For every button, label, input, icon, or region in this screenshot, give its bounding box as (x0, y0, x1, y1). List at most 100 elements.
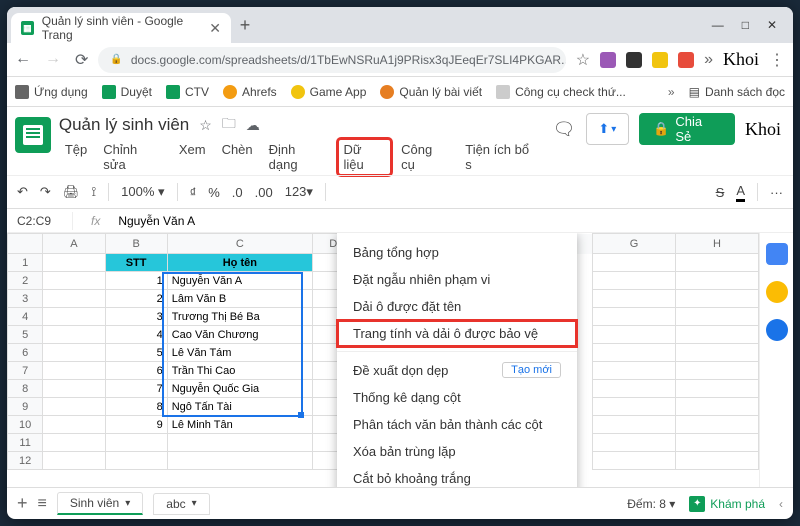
move-icon[interactable]: 🗀 (222, 113, 236, 137)
tab-close-icon[interactable]: ✕ (209, 20, 221, 37)
sheet-tab[interactable]: Sinh viên▾ (57, 492, 143, 515)
profile-avatar[interactable]: Khoi (723, 49, 759, 70)
menu-item-column-stats[interactable]: Thống kê dạng cột (337, 384, 577, 411)
explore-button[interactable]: ✦Khám phá (689, 496, 765, 512)
cell[interactable]: Họ tên (167, 254, 312, 272)
bookmark-overflow[interactable]: » (668, 85, 675, 99)
cell[interactable]: 6 (105, 362, 167, 380)
sheet-tab[interactable]: abc▾ (153, 493, 209, 515)
decimal-increase-button[interactable]: .00 (255, 185, 273, 200)
menu-item-named-ranges[interactable]: Dải ô được đặt tên (337, 293, 577, 320)
cell[interactable]: 8 (105, 398, 167, 416)
present-button[interactable]: ⬆▾ (586, 113, 630, 145)
row-header[interactable]: 4 (8, 308, 43, 326)
cell[interactable]: 7 (105, 380, 167, 398)
row-header[interactable]: 7 (8, 362, 43, 380)
currency-button[interactable]: ₫ (190, 185, 197, 200)
row-header[interactable]: 8 (8, 380, 43, 398)
row-header[interactable]: 5 (8, 326, 43, 344)
menu-item-randomize[interactable]: Đặt ngẫu nhiên phạm vi (337, 266, 577, 293)
decimal-decrease-button[interactable]: .0 (232, 185, 243, 200)
ext-more-icon[interactable]: » (704, 51, 713, 69)
formula-bar[interactable]: Nguyễn Văn A (118, 214, 195, 228)
menu-item-cleanup[interactable]: Đề xuất dọn dẹpTạo mới (337, 356, 577, 384)
spreadsheet-grid[interactable]: A B C D G H 1STTHọ tên 21Nguyễn Văn A 32… (7, 233, 759, 487)
bookmark-item[interactable]: Ahrefs (223, 85, 277, 99)
row-header[interactable]: 3 (8, 290, 43, 308)
bookmark-item[interactable]: Công cụ check thứ... (496, 85, 626, 99)
ext-icon-3[interactable] (652, 52, 668, 68)
text-color-button[interactable]: A (736, 183, 745, 202)
menu-addons[interactable]: Tiện ích bổ s (459, 139, 544, 175)
paint-format-button[interactable]: ⟟ (91, 184, 96, 200)
cell[interactable]: Lê Văn Tám (167, 344, 312, 362)
number-format-button[interactable]: 123▾ (285, 184, 313, 200)
ext-icon-4[interactable] (678, 52, 694, 68)
window-minimize-button[interactable]: — (712, 18, 724, 32)
undo-button[interactable]: ↶ (17, 184, 28, 200)
menu-file[interactable]: Tệp (59, 139, 93, 175)
menu-data[interactable]: Dữ liệu (338, 139, 392, 175)
cell[interactable]: Trương Thị Bé Ba (167, 308, 312, 326)
row-header[interactable]: 12 (8, 452, 43, 470)
cell[interactable]: Trần Thi Cao (167, 362, 312, 380)
browser-menu-icon[interactable]: ⋮ (769, 50, 785, 70)
toolbar-more-button[interactable]: ··· (770, 185, 783, 200)
keep-icon[interactable] (766, 281, 788, 303)
comments-button[interactable]: 🗨 (553, 119, 576, 140)
window-maximize-button[interactable]: □ (742, 18, 749, 32)
bookmark-item[interactable]: Quản lý bài viết (380, 85, 482, 99)
row-header[interactable]: 10 (8, 416, 43, 434)
reading-list[interactable]: ▤Danh sách đọc (689, 85, 785, 99)
column-header[interactable]: C (167, 234, 312, 254)
row-header[interactable]: 2 (8, 272, 43, 290)
row-header[interactable]: 1 (8, 254, 43, 272)
cell[interactable]: 3 (105, 308, 167, 326)
bookmark-item[interactable]: Duyệt (102, 85, 152, 99)
row-header[interactable]: 11 (8, 434, 43, 452)
url-input[interactable]: 🔒 docs.google.com/spreadsheets/d/1TbEwNS… (98, 47, 565, 73)
cell[interactable]: 1 (105, 272, 167, 290)
row-header[interactable]: 6 (8, 344, 43, 362)
cell[interactable]: Nguyễn Quốc Gia (167, 380, 312, 398)
menu-item-pivot[interactable]: Bảng tổng hợp (337, 239, 577, 266)
cell[interactable]: Lâm Văn B (167, 290, 312, 308)
column-header[interactable]: B (105, 234, 167, 254)
menu-item-remove-duplicates[interactable]: Xóa bản trùng lặp (337, 438, 577, 465)
cell[interactable]: 9 (105, 416, 167, 434)
print-button[interactable]: 🖨 (63, 184, 80, 200)
nav-forward-button[interactable]: → (45, 50, 61, 70)
cell[interactable]: STT (105, 254, 167, 272)
all-sheets-button[interactable]: ≡ (38, 495, 47, 513)
strike-button[interactable]: S (716, 185, 725, 200)
cell[interactable]: Lê Minh Tân (167, 416, 312, 434)
menu-tools[interactable]: Công cụ (395, 139, 455, 175)
share-button[interactable]: 🔒 Chia Sẻ (639, 113, 735, 145)
new-tab-button[interactable]: + (231, 15, 259, 36)
column-header[interactable]: H (675, 234, 758, 254)
menu-view[interactable]: Xem (173, 139, 212, 175)
cell[interactable]: 4 (105, 326, 167, 344)
menu-edit[interactable]: Chỉnh sửa (97, 139, 169, 175)
add-sheet-button[interactable]: + (17, 493, 28, 514)
column-header[interactable]: A (43, 234, 105, 254)
cell[interactable]: Cao Văn Chương (167, 326, 312, 344)
column-header[interactable]: G (593, 234, 676, 254)
zoom-select[interactable]: 100% ▾ (121, 184, 164, 200)
browser-tab[interactable]: ▦ Quản lý sinh viên - Google Trang ✕ (11, 13, 231, 43)
create-new-button[interactable]: Tạo mới (502, 362, 561, 378)
menu-insert[interactable]: Chèn (216, 139, 259, 175)
star-icon[interactable]: ☆ (199, 117, 212, 134)
cell[interactable]: 2 (105, 290, 167, 308)
bookmark-apps[interactable]: Ứng dụng (15, 85, 88, 99)
cell[interactable]: 5 (105, 344, 167, 362)
row-header[interactable]: 9 (8, 398, 43, 416)
count-display[interactable]: Đếm: 8 ▾ (627, 497, 675, 511)
calendar-icon[interactable] (766, 243, 788, 265)
cloud-icon[interactable]: ☁ (246, 117, 260, 134)
select-all-corner[interactable] (8, 234, 43, 254)
window-close-button[interactable]: ✕ (767, 18, 777, 32)
cell[interactable]: Ngô Tấn Tài (167, 398, 312, 416)
menu-item-trim-whitespace[interactable]: Cắt bỏ khoảng trắng (337, 465, 577, 487)
nav-reload-button[interactable]: ⟳ (75, 50, 88, 70)
